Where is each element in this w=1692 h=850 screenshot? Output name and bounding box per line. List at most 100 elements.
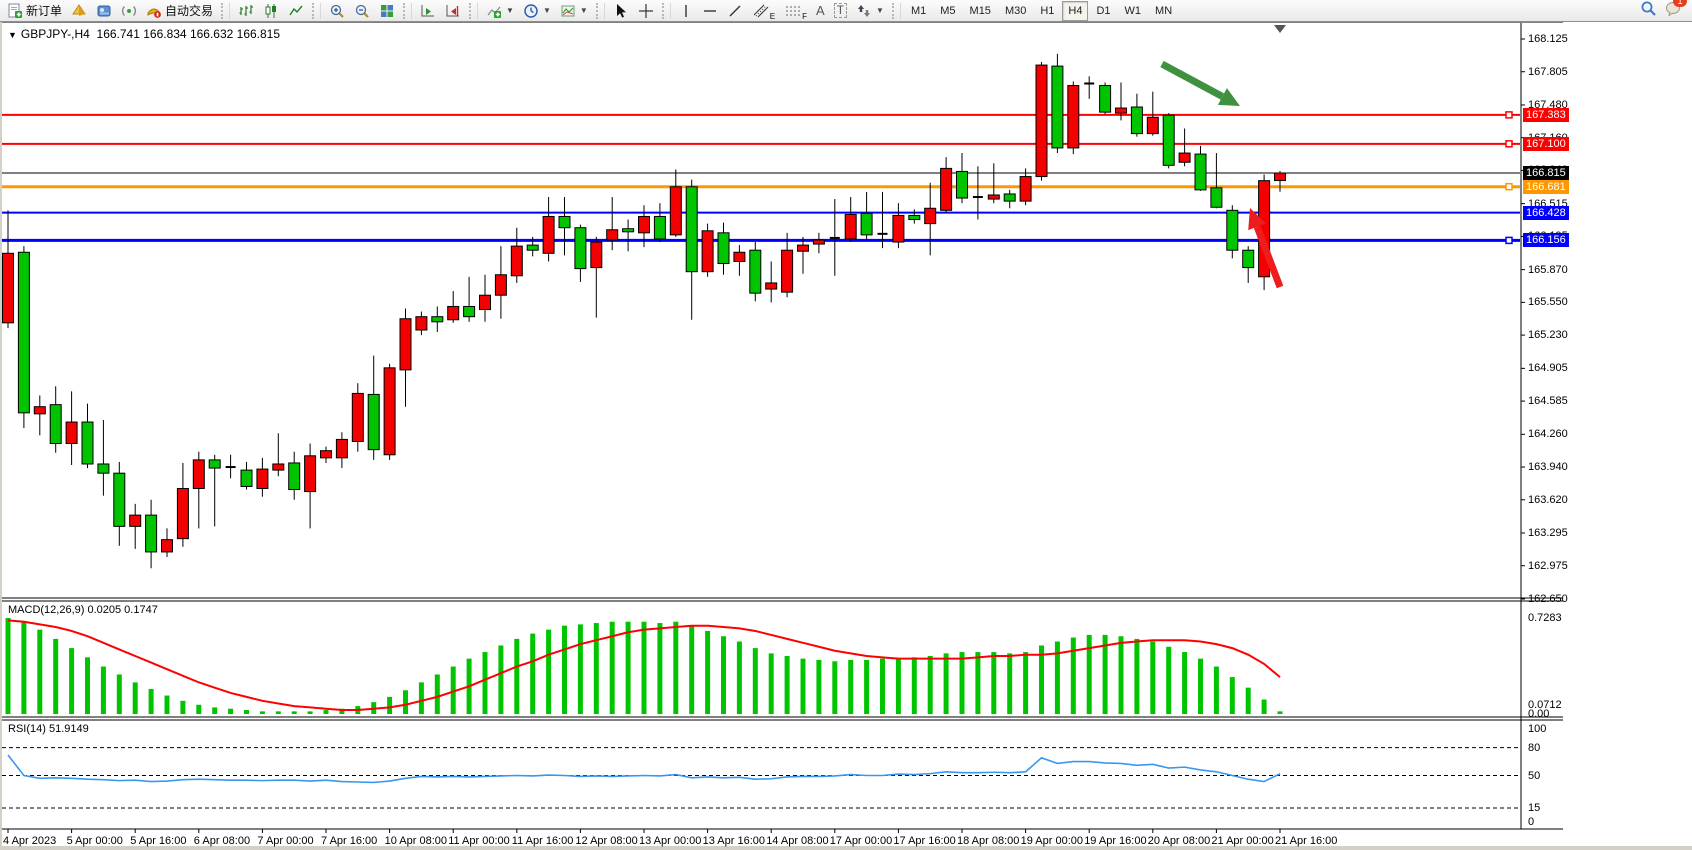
- chart-dropdown-icon[interactable]: ▼: [8, 30, 17, 40]
- metaeditor-button[interactable]: [92, 1, 116, 21]
- chart-canvas[interactable]: [0, 22, 1692, 850]
- cursor-tool-button[interactable]: [609, 1, 633, 21]
- tab-timeframe-M30[interactable]: M30: [999, 1, 1032, 21]
- vertical-line-tool-button[interactable]: [675, 1, 697, 21]
- bullish-candle: [416, 317, 427, 330]
- chart-window[interactable]: ▼GBPJPY-,H4 166.741 166.834 166.632 166.…: [0, 22, 1692, 850]
- tab-timeframe-H1[interactable]: H1: [1034, 1, 1060, 21]
- time-axis-label: 21 Apr 00:00: [1211, 835, 1273, 847]
- candlestick-chart-button[interactable]: [259, 1, 283, 21]
- main-toolbar: 新订单 自动交易: [0, 0, 1692, 22]
- search-icon[interactable]: [1640, 0, 1657, 22]
- arrows-tool-icon: [856, 3, 872, 19]
- rsi-axis-label: 0: [1528, 816, 1534, 828]
- macd-histogram-bar: [37, 630, 42, 714]
- notification-badge: 1: [1673, 0, 1687, 7]
- tab-timeframe-H4[interactable]: H4: [1062, 1, 1088, 21]
- price-line-badge-166.681[interactable]: 166.681: [1523, 180, 1569, 194]
- time-axis-label: 11 Apr 00:00: [448, 835, 510, 847]
- tab-timeframe-D1[interactable]: D1: [1090, 1, 1116, 21]
- fibonacci-tool-button[interactable]: F: [780, 1, 811, 21]
- horizontal-line-icon: [702, 3, 718, 19]
- bullish-candle: [702, 231, 713, 272]
- bullish-candle: [480, 295, 491, 309]
- bullish-candle: [798, 245, 809, 251]
- bearish-candle: [432, 317, 443, 322]
- price-line-badge-166.428[interactable]: 166.428: [1523, 206, 1569, 220]
- tab-timeframe-MN[interactable]: MN: [1149, 1, 1178, 21]
- new-order-button[interactable]: 新订单: [3, 1, 66, 21]
- macd-histogram-bar: [21, 622, 26, 714]
- horizontal-line-tool-button[interactable]: [698, 1, 722, 21]
- macd-histogram-bar: [212, 707, 217, 714]
- gold-prism-button[interactable]: [67, 1, 91, 21]
- price-line-badge-166.156[interactable]: 166.156: [1523, 233, 1569, 247]
- line-handle-166.681[interactable]: [1506, 184, 1512, 190]
- macd-histogram-bar: [578, 624, 583, 714]
- macd-histogram-bar: [912, 657, 917, 714]
- tile-windows-button[interactable]: [375, 1, 399, 21]
- price-line-badge-167.100[interactable]: 167.100: [1523, 137, 1569, 151]
- price-axis-label: 163.295: [1528, 527, 1568, 539]
- text-tool-button[interactable]: A: [812, 1, 829, 21]
- price-axis-label: 165.870: [1528, 264, 1568, 276]
- macd-histogram-bar: [1103, 635, 1108, 714]
- line-chart-button[interactable]: [284, 1, 308, 21]
- macd-histogram-bar: [292, 711, 297, 714]
- macd-histogram-bar: [991, 652, 996, 714]
- line-handle-167.383[interactable]: [1506, 112, 1512, 118]
- bearish-candle: [909, 215, 920, 219]
- tab-timeframe-M15[interactable]: M15: [964, 1, 997, 21]
- time-axis-label: 7 Apr 16:00: [321, 835, 377, 847]
- trendline-tool-button[interactable]: [723, 1, 747, 21]
- bullish-candle: [384, 368, 395, 455]
- tab-timeframe-W1[interactable]: W1: [1119, 1, 1148, 21]
- bearish-candle: [82, 422, 93, 464]
- timeframe-group: M1M5M15M30H1H4D1W1MN: [905, 1, 1178, 21]
- arrows-tool-button[interactable]: ▼: [852, 1, 888, 21]
- line-handle-166.156[interactable]: [1506, 237, 1512, 243]
- chart-shift-marker[interactable]: [1274, 25, 1286, 33]
- bearish-candle: [750, 250, 761, 293]
- autotrading-button[interactable]: 自动交易: [142, 1, 217, 21]
- macd-histogram-bar: [1071, 638, 1076, 714]
- macd-histogram-bar: [960, 652, 965, 714]
- community-icon[interactable]: 1: [1665, 0, 1683, 21]
- bearish-candle: [1211, 188, 1222, 207]
- indicators-button[interactable]: ▼: [482, 1, 518, 21]
- macd-histogram-bar: [308, 711, 313, 714]
- tab-timeframe-M5[interactable]: M5: [934, 1, 961, 21]
- macd-histogram-bar: [705, 631, 710, 714]
- zoom-out-button[interactable]: [350, 1, 374, 21]
- bullish-candle: [66, 422, 77, 443]
- macd-histogram-bar: [721, 636, 726, 714]
- bullish-candle: [193, 460, 204, 489]
- green-down-arrow-shaft[interactable]: [1162, 64, 1222, 97]
- tab-timeframe-M1[interactable]: M1: [905, 1, 932, 21]
- macd-axis-label: 0.7283: [1528, 612, 1562, 624]
- macd-indicator-title: MACD(12,26,9) 0.0205 0.1747: [8, 604, 158, 616]
- price-line-badge-166.815[interactable]: 166.815: [1523, 166, 1569, 180]
- equidistant-channel-tool-button[interactable]: E: [748, 1, 779, 21]
- macd-histogram-bar: [657, 623, 662, 714]
- macd-axis-label: 0.00: [1528, 708, 1549, 720]
- chart-shift-button[interactable]: [441, 1, 465, 21]
- crosshair-tool-button[interactable]: [634, 1, 658, 21]
- zoom-in-button[interactable]: [325, 1, 349, 21]
- bar-chart-button[interactable]: [234, 1, 258, 21]
- bullish-candle: [305, 456, 316, 492]
- text-label-tool-button[interactable]: T: [830, 1, 851, 21]
- bullish-candle: [734, 252, 745, 261]
- bearish-candle: [527, 245, 538, 250]
- price-line-badge-167.383[interactable]: 167.383: [1523, 108, 1569, 122]
- line-handle-167.100[interactable]: [1506, 141, 1512, 147]
- new-order-icon: [7, 3, 23, 19]
- templates-button[interactable]: ▼: [556, 1, 592, 21]
- bullish-candle: [941, 168, 952, 210]
- periods-button[interactable]: ▼: [519, 1, 555, 21]
- auto-scroll-button[interactable]: [416, 1, 440, 21]
- chevron-down-icon: ▼: [543, 6, 551, 15]
- signal-button[interactable]: [117, 1, 141, 21]
- macd-histogram-bar: [562, 626, 567, 714]
- signal-icon: [121, 3, 137, 19]
